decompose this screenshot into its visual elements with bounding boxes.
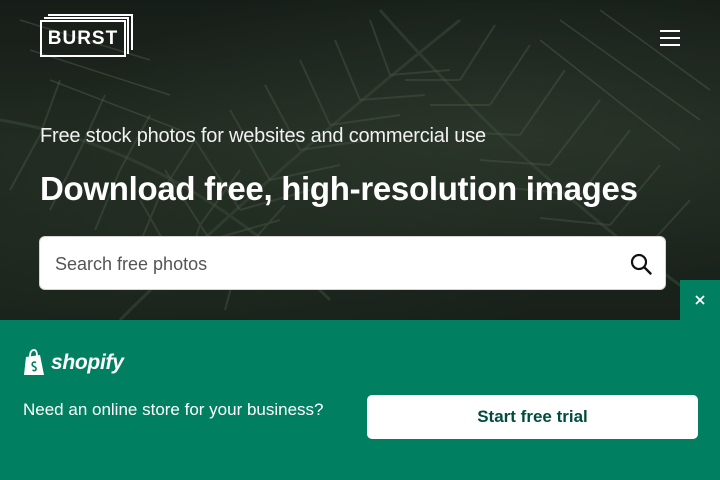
banner-message: Need an online store for your business? [23,400,324,419]
hero-tagline: Free stock photos for websites and comme… [40,125,486,147]
logo-text: BURST [40,20,126,57]
burst-logo[interactable]: BURST [40,14,134,58]
hamburger-menu-icon[interactable] [654,24,686,52]
search-bar [39,236,666,291]
start-free-trial-button[interactable]: Start free trial [367,395,698,439]
search-icon[interactable] [627,250,655,278]
page-title: Download free, high-resolution images [40,170,638,207]
shopping-bag-icon [24,349,44,375]
shopify-wordmark: shopify [51,351,124,374]
shopify-logo[interactable]: shopify [23,348,124,378]
close-icon[interactable] [680,280,720,320]
search-input[interactable] [53,237,617,291]
